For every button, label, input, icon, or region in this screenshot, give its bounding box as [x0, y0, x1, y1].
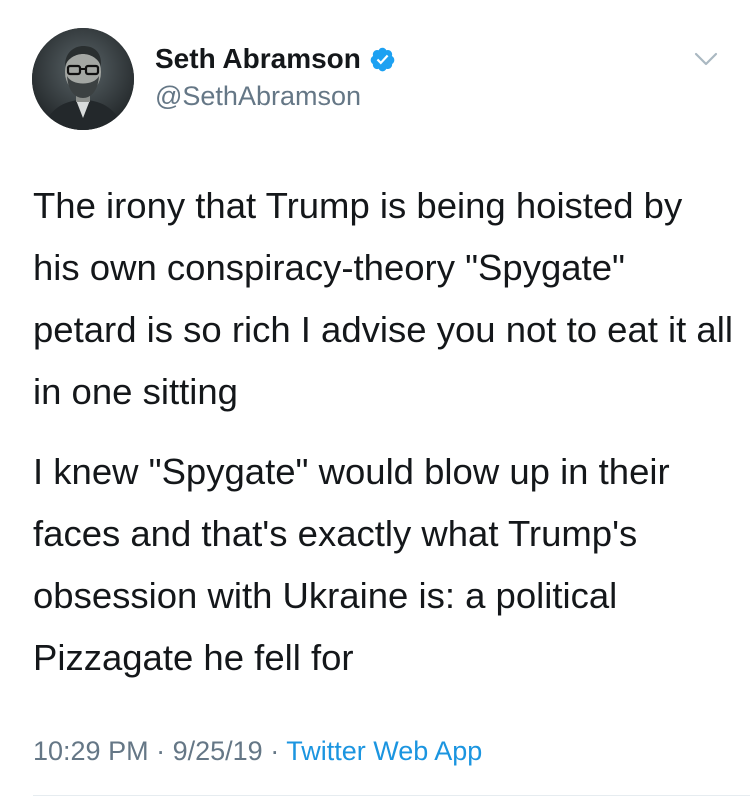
tweet-date[interactable]: 9/25/19: [173, 736, 263, 766]
tweet-source-link[interactable]: Twitter Web App: [286, 736, 482, 766]
author-display-name[interactable]: Seth Abramson: [155, 43, 361, 75]
tweet-paragraph: The irony that Trump is being hoisted by…: [33, 185, 733, 412]
author-name-row: Seth Abramson: [155, 43, 396, 75]
tweet-time[interactable]: 10:29 PM: [33, 736, 149, 766]
chevron-down-icon[interactable]: [690, 48, 722, 70]
divider: [33, 795, 750, 796]
avatar[interactable]: [32, 28, 134, 130]
verified-badge-icon: [369, 46, 396, 73]
tweet-card: Seth Abramson @SethAbramson The irony th…: [0, 0, 750, 800]
meta-separator: ·: [156, 736, 166, 766]
avatar-image: [32, 28, 134, 130]
tweet-meta: 10:29 PM · 9/25/19 · Twitter Web App: [33, 733, 482, 769]
tweet-text: The irony that Trump is being hoisted by…: [33, 175, 733, 689]
tweet-paragraph: I knew "Spygate" would blow up in their …: [33, 451, 670, 678]
meta-separator: ·: [270, 736, 280, 766]
author-handle[interactable]: @SethAbramson: [155, 80, 361, 112]
